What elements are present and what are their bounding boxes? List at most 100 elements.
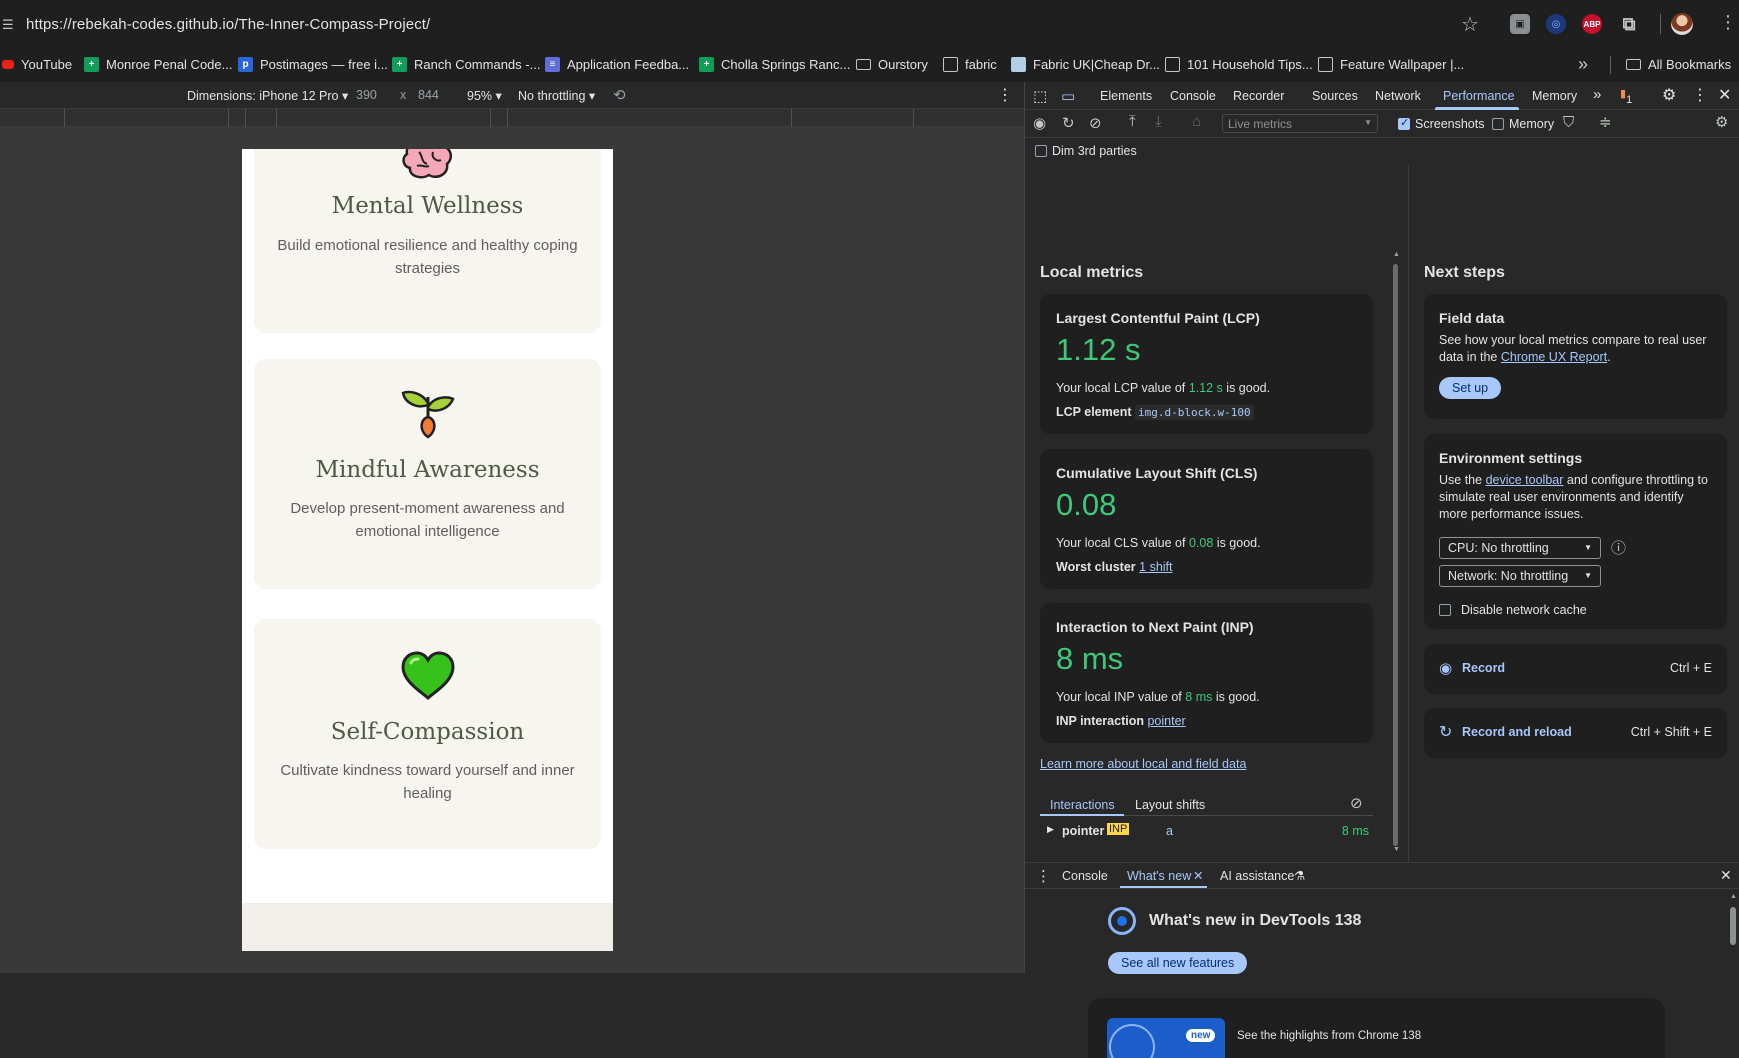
drawer-tab-whats-new[interactable]: What's new bbox=[1127, 869, 1191, 883]
screenshots-checkbox[interactable] bbox=[1398, 116, 1410, 130]
bookmark-ourstory[interactable]: Ourstory bbox=[856, 57, 928, 72]
bookmark-fabric-uk[interactable]: Fabric UK|Cheap Dr... bbox=[1011, 57, 1160, 72]
zoom-select[interactable]: 95% ▾ bbox=[467, 88, 502, 103]
device-dimensions-select[interactable]: Dimensions: iPhone 12 Pro ▾ bbox=[187, 88, 348, 103]
page-footer bbox=[242, 903, 613, 951]
garbage-collect-icon[interactable]: ⛉ bbox=[1563, 114, 1574, 131]
devtools-menu-icon[interactable]: ⋮ bbox=[1692, 85, 1708, 105]
record-reload-card[interactable]: ↻ Record and reload Ctrl + Shift + E bbox=[1424, 708, 1727, 758]
local-metrics-scrollbar[interactable]: ▲ ▼ bbox=[1393, 251, 1400, 856]
dim-third-parties-checbox[interactable] bbox=[1035, 145, 1047, 157]
bookmark-youtube[interactable]: YouTube bbox=[2, 57, 72, 72]
subtab-layout-shifts[interactable]: Layout shifts bbox=[1135, 798, 1205, 812]
lcp-title: Largest Contentful Paint (LCP) bbox=[1056, 310, 1260, 326]
chrome-ux-report-link[interactable]: Chrome UX Report bbox=[1501, 350, 1607, 364]
local-metrics-panel: Local metrics Largest Contentful Paint (… bbox=[1025, 164, 1400, 862]
tab-performance[interactable]: Performance bbox=[1443, 89, 1515, 103]
sheets-icon: + bbox=[699, 57, 714, 72]
memory-checkbox[interactable] bbox=[1492, 118, 1504, 130]
interaction-target[interactable]: a bbox=[1166, 824, 1173, 838]
bookmark-household-tips[interactable]: 101 Household Tips... bbox=[1165, 57, 1313, 72]
media-query-ruler[interactable] bbox=[0, 108, 1024, 127]
highlights-text[interactable]: See the highlights from Chrome 138 bbox=[1237, 1030, 1421, 1042]
extension-lens-icon[interactable]: ◎ bbox=[1546, 14, 1566, 34]
device-height-input[interactable]: 844 bbox=[418, 88, 439, 102]
bookmark-postimages[interactable]: p Postimages — free i... bbox=[238, 57, 388, 72]
bookmark-monroe-penal-code[interactable]: + Monroe Penal Code... bbox=[84, 57, 232, 72]
tab-console[interactable]: Console bbox=[1170, 89, 1216, 103]
reload-record-icon[interactable]: ↻ bbox=[1062, 114, 1075, 132]
tab-sources[interactable]: Sources bbox=[1312, 89, 1358, 103]
all-bookmarks-button[interactable]: All Bookmarks bbox=[1626, 57, 1731, 72]
issues-badge[interactable]: ▮ 1 bbox=[1620, 87, 1632, 106]
scroll-down-icon[interactable]: ▼ bbox=[1393, 846, 1400, 853]
more-tabs-chevron-icon[interactable]: » bbox=[1593, 86, 1601, 103]
bookmark-ranch-commands[interactable]: + Ranch Commands -... bbox=[392, 57, 540, 72]
disable-cache-checkbox[interactable] bbox=[1439, 604, 1451, 616]
live-metrics-select[interactable]: Live metrics ▼ bbox=[1222, 114, 1378, 133]
active-subtab-indicator bbox=[1040, 814, 1124, 816]
profile-avatar[interactable] bbox=[1671, 13, 1693, 35]
close-drawer-icon[interactable]: ✕ bbox=[1720, 867, 1732, 884]
scrollbar-thumb[interactable] bbox=[1393, 264, 1398, 846]
tab-network[interactable]: Network bbox=[1375, 89, 1421, 103]
upload-icon[interactable]: ⤒ bbox=[1129, 113, 1136, 130]
inspect-element-icon[interactable]: ⬚ bbox=[1033, 87, 1047, 105]
extensions-puzzle-icon[interactable]: ⧉ bbox=[1619, 14, 1639, 34]
drawer-scrollbar[interactable]: ▲ bbox=[1730, 893, 1737, 973]
bookmark-star-icon[interactable]: ☆ bbox=[1461, 12, 1479, 37]
bookmark-cholla-springs[interactable]: + Cholla Springs Ranc... bbox=[699, 57, 850, 72]
close-tab-icon[interactable]: ✕ bbox=[1193, 868, 1203, 883]
tab-memory[interactable]: Memory bbox=[1532, 89, 1577, 103]
device-toolbar-link[interactable]: device toolbar bbox=[1486, 473, 1564, 487]
site-settings-icon[interactable]: ☰ bbox=[2, 17, 16, 32]
capture-settings-icon[interactable]: ⚙ bbox=[1715, 113, 1728, 131]
bookmark-application-feedback[interactable]: ≡ Application Feedba... bbox=[545, 57, 689, 72]
learn-more-link[interactable]: Learn more about local and field data bbox=[1040, 757, 1246, 771]
rotate-icon[interactable]: ⟲ bbox=[613, 86, 626, 104]
adblock-plus-icon[interactable]: ABP bbox=[1582, 14, 1602, 34]
tab-elements[interactable]: Elements bbox=[1100, 89, 1152, 103]
throttling-select[interactable]: No throttling ▾ bbox=[518, 88, 595, 103]
video-thumbnail[interactable]: new bbox=[1107, 1018, 1225, 1058]
field-data-card: Field data See how your local metrics co… bbox=[1424, 294, 1727, 419]
browser-menu-icon[interactable]: ⋮ bbox=[1719, 12, 1737, 33]
close-devtools-icon[interactable]: ✕ bbox=[1718, 85, 1731, 105]
more-bookmarks-chevron-icon[interactable]: » bbox=[1578, 54, 1588, 75]
clear-icon[interactable]: ⊘ bbox=[1089, 114, 1102, 132]
scroll-up-icon[interactable]: ▲ bbox=[1393, 251, 1400, 258]
device-toolbar-menu-icon[interactable]: ⋮ bbox=[997, 85, 1013, 105]
record-icon[interactable]: ◉ bbox=[1033, 114, 1046, 132]
tab-recorder[interactable]: Recorder bbox=[1233, 89, 1284, 103]
chrome-ring-graphic bbox=[1109, 1024, 1155, 1058]
subtab-interactions[interactable]: Interactions bbox=[1050, 798, 1115, 812]
set-up-button[interactable]: Set up bbox=[1439, 377, 1502, 399]
lcp-element-selector[interactable]: img.d-block.w-100 bbox=[1134, 405, 1254, 420]
see-all-features-button[interactable]: See all new features bbox=[1108, 952, 1248, 974]
clear-interactions-icon[interactable]: ⊘ bbox=[1350, 794, 1363, 812]
drawer-tab-ai-assistance[interactable]: AI assistance bbox=[1220, 869, 1294, 883]
scroll-up-icon[interactable]: ▲ bbox=[1730, 893, 1737, 900]
expand-triangle-icon[interactable]: ▶ bbox=[1047, 824, 1054, 835]
network-throttling-select[interactable]: Network: No throttling bbox=[1439, 565, 1601, 587]
info-icon[interactable]: ⓘ bbox=[1611, 537, 1626, 558]
drawer-tab-console[interactable]: Console bbox=[1062, 869, 1108, 883]
brain-icon bbox=[401, 149, 452, 179]
interaction-row[interactable]: ▶ pointer INP a 8 ms bbox=[1040, 819, 1373, 843]
url-text[interactable]: https://rebekah-codes.github.io/The-Inne… bbox=[26, 16, 430, 33]
cpu-throttling-select[interactable]: CPU: No throttling bbox=[1439, 537, 1601, 559]
drawer-scrollbar-thumb[interactable] bbox=[1730, 907, 1736, 945]
settings-gear-icon[interactable]: ⚙ bbox=[1662, 85, 1676, 105]
inp-interaction-link[interactable]: pointer bbox=[1147, 714, 1185, 728]
sprout-icon bbox=[401, 390, 455, 439]
worst-cluster-link[interactable]: 1 shift bbox=[1139, 560, 1172, 574]
record-card[interactable]: ◉ Record Ctrl + E bbox=[1424, 644, 1727, 694]
drawer-menu-icon[interactable]: ⋮ bbox=[1036, 867, 1051, 885]
device-toggle-icon[interactable]: ▭ bbox=[1061, 87, 1075, 105]
bookmark-feature-wallpaper[interactable]: Feature Wallpaper |... bbox=[1318, 57, 1464, 72]
memory-label: Memory bbox=[1509, 117, 1555, 131]
extension-icon[interactable]: ▣ bbox=[1510, 14, 1530, 34]
flame-chart-icon[interactable]: ≑ bbox=[1599, 113, 1612, 131]
device-width-input[interactable]: 390 bbox=[356, 88, 377, 102]
bookmark-fabric[interactable]: fabric bbox=[943, 57, 997, 72]
